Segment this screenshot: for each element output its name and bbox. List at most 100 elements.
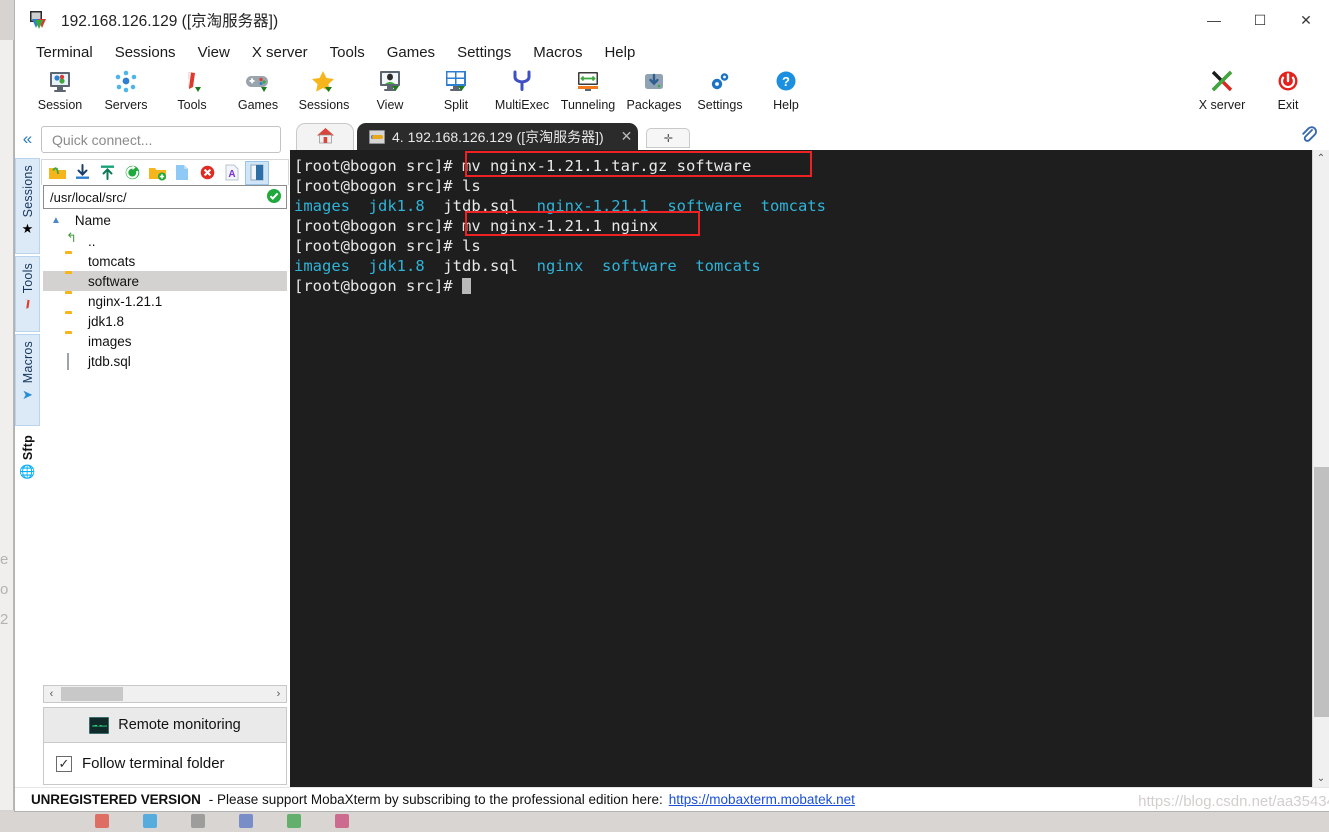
menu-help[interactable]: Help bbox=[593, 42, 646, 63]
toolbar-tools-label: Tools bbox=[177, 98, 207, 112]
list-item[interactable]: software bbox=[43, 271, 287, 291]
file-icon bbox=[65, 353, 83, 370]
terminal-prompt: [root@bogon src]# bbox=[294, 157, 462, 175]
file-list-header[interactable]: ▲ Name bbox=[43, 209, 287, 231]
terminal-prompt: [root@bogon src]# bbox=[294, 177, 462, 195]
download-icon[interactable] bbox=[71, 162, 93, 184]
terminal-space bbox=[350, 257, 369, 275]
session-tab-label: 4. 192.168.126.129 ([京淘服务器]) bbox=[392, 128, 604, 145]
terminal-prompt: [root@bogon src]# bbox=[294, 277, 462, 295]
star-icon bbox=[310, 67, 338, 97]
list-item[interactable]: jtdb.sql bbox=[43, 351, 287, 371]
terminal-cursor bbox=[461, 278, 471, 294]
terminal-output[interactable]: [root@bogon src]# mv nginx-1.21.1.tar.gz… bbox=[290, 150, 1312, 787]
sftp-file-list[interactable]: ▲ Name .. tomcats software nginx-1.21.1 … bbox=[43, 209, 287, 683]
new-file-icon[interactable] bbox=[171, 162, 193, 184]
quick-connect-input[interactable]: Quick connect... bbox=[41, 126, 281, 153]
terminal-vertical-scrollbar[interactable]: ⌃ ⌄ bbox=[1312, 150, 1329, 787]
rail-tab-macros[interactable]: Macros ➤ bbox=[15, 334, 40, 426]
terminal-line: [root@bogon src]# mv nginx-1.21.1 nginx bbox=[294, 216, 1312, 236]
list-item[interactable]: jdk1.8 bbox=[43, 311, 287, 331]
scroll-thumb[interactable] bbox=[61, 687, 123, 701]
rail-tab-sessions[interactable]: Sessions ★ bbox=[15, 158, 40, 254]
toolbar-session-button[interactable]: Session bbox=[27, 64, 93, 118]
terminal-dir: nginx bbox=[536, 257, 584, 275]
toolbar-x-server-button[interactable]: X server bbox=[1189, 64, 1255, 118]
toolbar-games-button[interactable]: Games bbox=[225, 64, 291, 118]
list-item[interactable]: .. bbox=[43, 231, 287, 251]
toolbar-split-button[interactable]: Split bbox=[423, 64, 489, 118]
new-folder-icon[interactable] bbox=[146, 162, 168, 184]
toolbar-sessions-button[interactable]: Sessions bbox=[291, 64, 357, 118]
delete-icon[interactable] bbox=[196, 162, 218, 184]
terminal-dir: images bbox=[294, 257, 350, 275]
toolbar-servers-button[interactable]: Servers bbox=[93, 64, 159, 118]
servers-icon bbox=[113, 67, 139, 97]
scroll-down-arrow[interactable]: ⌄ bbox=[1313, 770, 1329, 787]
go-up-folder-icon[interactable] bbox=[46, 162, 68, 184]
menu-view[interactable]: View bbox=[187, 42, 241, 63]
toolbar-sessions-label: Sessions bbox=[298, 98, 350, 112]
list-item[interactable]: nginx-1.21.1 bbox=[43, 291, 287, 311]
menu-terminal[interactable]: Terminal bbox=[25, 42, 104, 63]
menu-games[interactable]: Games bbox=[376, 42, 446, 63]
scroll-left-arrow[interactable]: ‹ bbox=[44, 688, 59, 700]
list-item[interactable]: tomcats bbox=[43, 251, 287, 271]
text-mode-icon[interactable]: A bbox=[221, 162, 243, 184]
split-view-icon[interactable] bbox=[245, 160, 269, 185]
menu-x-server[interactable]: X server bbox=[241, 42, 319, 63]
session-tab[interactable]: 4. 192.168.126.129 ([京淘服务器]) ✕ bbox=[357, 123, 639, 150]
terminal-dir: jdk1.8 bbox=[368, 197, 425, 215]
toolbar-tools-button[interactable]: Tools bbox=[159, 64, 225, 118]
toolbar-tunneling-button[interactable]: Tunneling bbox=[555, 64, 621, 118]
scroll-track[interactable] bbox=[1313, 167, 1329, 770]
scroll-right-arrow[interactable]: › bbox=[271, 688, 286, 700]
chevron-double-left-icon[interactable]: « bbox=[15, 120, 41, 158]
parent-folder-icon bbox=[65, 234, 83, 248]
close-icon[interactable]: ✕ bbox=[621, 128, 633, 145]
mobatek-link[interactable]: https://mobaxterm.mobatek.net bbox=[669, 792, 855, 807]
follow-terminal-folder-checkbox[interactable]: ✓ bbox=[56, 755, 72, 772]
toolbar-multiexec-button[interactable]: MultiExec bbox=[489, 64, 555, 118]
scroll-thumb[interactable] bbox=[1314, 467, 1329, 717]
list-item[interactable]: images bbox=[43, 331, 287, 351]
horizontal-scrollbar[interactable]: ‹ › bbox=[43, 685, 287, 703]
terminal-space bbox=[649, 197, 668, 215]
scroll-up-arrow[interactable]: ⌃ bbox=[1313, 150, 1329, 167]
terminal-command: ls bbox=[461, 177, 481, 195]
svg-text:A: A bbox=[228, 169, 235, 180]
terminal-command: mv nginx-1.21.1 nginx bbox=[461, 217, 658, 235]
upload-icon[interactable] bbox=[96, 162, 118, 184]
home-tab[interactable] bbox=[296, 123, 354, 150]
toolbar-settings-button[interactable]: Settings bbox=[687, 64, 753, 118]
menu-tools[interactable]: Tools bbox=[319, 42, 376, 63]
toolbar-view-button[interactable]: View bbox=[357, 64, 423, 118]
scroll-track[interactable] bbox=[59, 686, 271, 702]
remote-monitoring-button[interactable]: Remote monitoring bbox=[43, 707, 287, 743]
close-button[interactable]: ✕ bbox=[1283, 0, 1329, 40]
file-name: nginx-1.21.1 bbox=[88, 293, 163, 309]
toolbar-exit-button[interactable]: Exit bbox=[1255, 64, 1321, 118]
maximize-button[interactable]: ☐ bbox=[1237, 0, 1283, 40]
file-name: .. bbox=[88, 233, 96, 249]
rail-tab-tools[interactable]: Tools bbox=[15, 256, 40, 332]
paper-plane-icon: ➤ bbox=[22, 387, 33, 403]
new-tab-button[interactable]: ✛ bbox=[646, 128, 691, 148]
terminal-file: jtdb.sql bbox=[424, 257, 537, 275]
rail-tab-sessions-label: Sessions bbox=[20, 165, 35, 218]
terminal-dir: software bbox=[667, 197, 742, 215]
toolbar-packages-button[interactable]: Packages bbox=[621, 64, 687, 118]
follow-terminal-folder-row[interactable]: ✓ Follow terminal folder bbox=[43, 743, 287, 785]
minimize-button[interactable]: — bbox=[1191, 0, 1237, 40]
menu-sessions[interactable]: Sessions bbox=[104, 42, 187, 63]
sftp-path-bar[interactable]: /usr/local/src/ bbox=[43, 185, 287, 209]
menu-macros[interactable]: Macros bbox=[522, 42, 593, 63]
paperclip-icon[interactable] bbox=[1300, 125, 1317, 148]
file-name: software bbox=[88, 273, 140, 289]
menu-settings[interactable]: Settings bbox=[446, 42, 522, 63]
rail-tab-sftp[interactable]: Sftp 🌐 bbox=[15, 428, 40, 494]
packages-icon bbox=[641, 67, 667, 97]
refresh-icon[interactable] bbox=[121, 162, 143, 184]
toolbar-help-button[interactable]: ? Help bbox=[753, 64, 819, 118]
check-circle-icon bbox=[266, 188, 282, 207]
